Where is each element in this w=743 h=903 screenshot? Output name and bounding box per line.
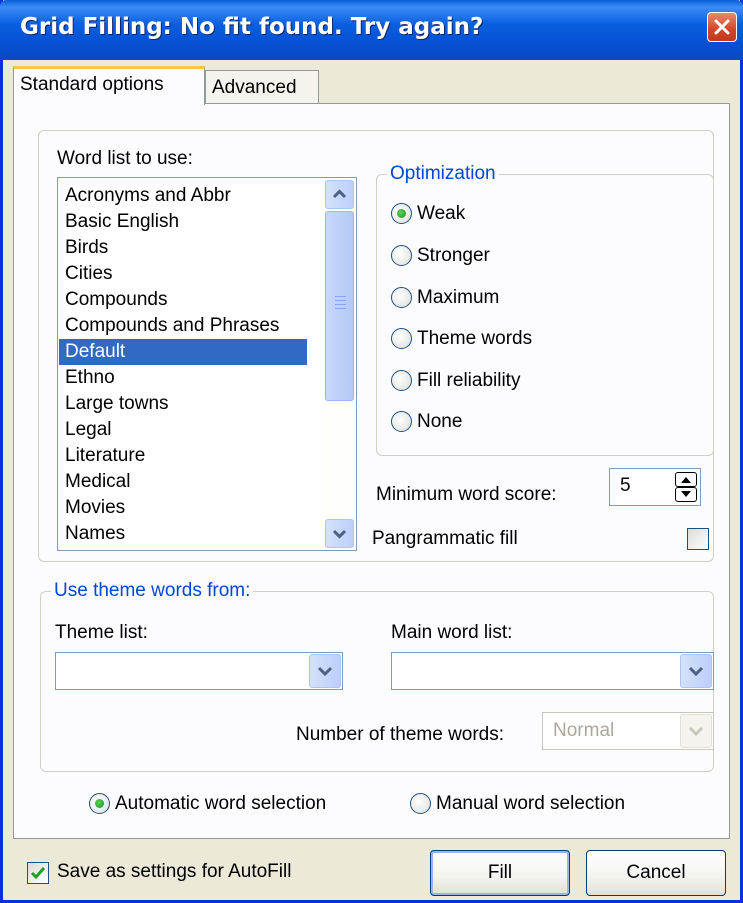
- radio-circle: [391, 203, 412, 224]
- list-item[interactable]: Default: [59, 339, 307, 365]
- min-word-score-value: 5: [620, 475, 631, 496]
- chevron-down-icon: [317, 666, 333, 677]
- radio-circle: [410, 793, 431, 814]
- main-word-list-label: Main word list:: [391, 622, 513, 643]
- pangrammatic-checkbox[interactable]: [687, 528, 709, 550]
- main-word-list-dropdown-button[interactable]: [680, 654, 712, 688]
- list-item[interactable]: Compounds: [59, 287, 307, 313]
- radio-label: Automatic word selection: [115, 793, 327, 814]
- list-item[interactable]: Literature: [59, 443, 307, 469]
- scroll-thumb[interactable]: [325, 211, 354, 401]
- list-item[interactable]: Basic English: [59, 209, 307, 235]
- list-item[interactable]: Ethno: [59, 365, 307, 391]
- number-of-theme-words-dropdown[interactable]: Normal: [542, 712, 714, 750]
- word-list-box[interactable]: Acronyms and Abbr Basic English Birds Citie…: [57, 177, 357, 551]
- standard-options-panel: Word list to use: Acronyms and Abbr Basic…: [13, 103, 730, 839]
- list-item[interactable]: Acronyms and Abbr: [59, 183, 307, 209]
- radio-circle: [391, 328, 412, 349]
- list-item[interactable]: Large towns: [59, 391, 307, 417]
- radio-label: Stronger: [417, 245, 490, 266]
- chevron-down-icon: [688, 726, 704, 737]
- list-item[interactable]: Legal: [59, 417, 307, 443]
- radio-circle: [391, 287, 412, 308]
- spin-down-button[interactable]: [675, 487, 697, 502]
- arrow-down-icon: [681, 491, 691, 497]
- theme-list-label: Theme list:: [55, 622, 148, 643]
- number-of-theme-words-dropdown-button[interactable]: [680, 714, 712, 748]
- list-item[interactable]: Compounds and Phrases: [59, 313, 307, 339]
- word-list-label: Word list to use:: [57, 148, 193, 169]
- number-of-theme-words-value: Normal: [553, 720, 615, 741]
- radio-label: Theme words: [417, 328, 533, 349]
- radio-label: Weak: [417, 203, 466, 224]
- chevron-up-icon: [332, 189, 347, 199]
- min-word-score-label: Minimum word score:: [376, 484, 557, 505]
- list-item[interactable]: Cities: [59, 261, 307, 287]
- fill-button[interactable]: Fill: [430, 850, 570, 896]
- list-item[interactable]: Medical: [59, 469, 307, 495]
- spin-up-button[interactable]: [675, 472, 697, 487]
- radio-circle: [391, 370, 412, 391]
- radio-label: None: [417, 411, 463, 432]
- number-of-theme-words-label: Number of theme words:: [296, 724, 505, 745]
- cancel-button[interactable]: Cancel: [586, 850, 726, 896]
- check-icon: [30, 867, 46, 880]
- chevron-down-icon: [332, 529, 347, 539]
- theme-list-dropdown[interactable]: [55, 652, 343, 690]
- list-scrollbar[interactable]: [324, 179, 355, 549]
- pangrammatic-label: Pangrammatic fill: [372, 528, 518, 549]
- theme-list-dropdown-button[interactable]: [309, 654, 341, 688]
- radio-label: Manual word selection: [436, 793, 626, 814]
- radio-label: Maximum: [417, 287, 500, 308]
- radio-circle: [391, 411, 412, 432]
- min-word-score-spinner[interactable]: 5: [609, 468, 701, 506]
- main-word-list-dropdown[interactable]: [391, 652, 714, 690]
- list-item[interactable]: Names: [59, 521, 307, 547]
- radio-label: Fill reliability: [417, 370, 521, 391]
- scroll-up-button[interactable]: [325, 180, 354, 209]
- title-bar[interactable]: Grid Filling: No fit found. Try again?: [0, 0, 743, 60]
- list-item[interactable]: Birds: [59, 235, 307, 261]
- chevron-down-icon: [688, 666, 704, 677]
- theme-words-title: Use theme words from:: [51, 580, 254, 602]
- window-title: Grid Filling: No fit found. Try again?: [20, 14, 484, 40]
- close-button[interactable]: [707, 12, 737, 42]
- tab-advanced[interactable]: Advanced: [205, 70, 319, 104]
- save-settings-checkbox[interactable]: [27, 862, 49, 884]
- save-settings-label: Save as settings for AutoFill: [57, 861, 292, 882]
- tab-standard-options[interactable]: Standard options: [13, 66, 205, 105]
- dialog-window: Grid Filling: No fit found. Try again? S…: [0, 0, 743, 903]
- radio-circle: [391, 245, 412, 266]
- list-item[interactable]: Movies: [59, 495, 307, 521]
- radio-circle: [89, 793, 110, 814]
- close-icon: [714, 19, 730, 35]
- optimization-title: Optimization: [387, 163, 499, 185]
- arrow-up-icon: [681, 477, 691, 483]
- scroll-down-button[interactable]: [325, 519, 354, 548]
